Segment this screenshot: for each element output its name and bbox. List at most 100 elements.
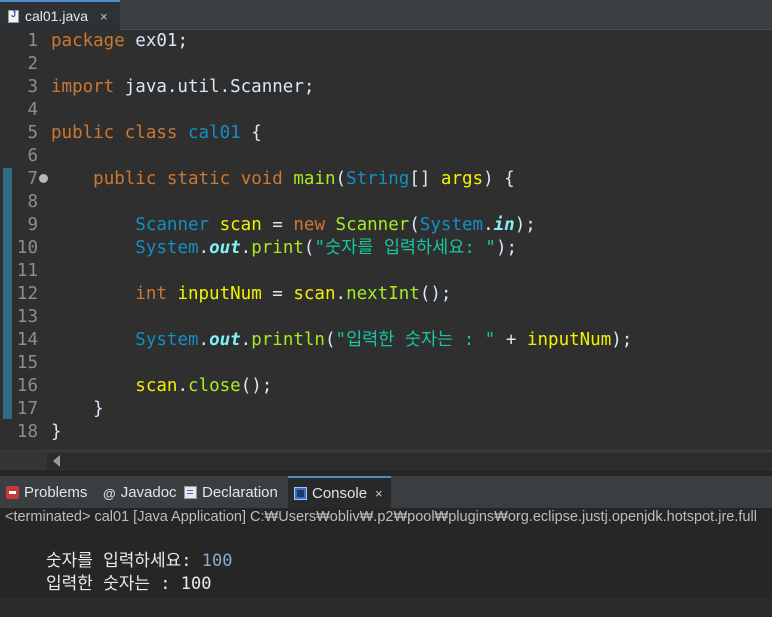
line-number: 1 — [27, 31, 38, 51]
code-token: package — [51, 31, 125, 51]
code-token: Scanner — [135, 215, 210, 235]
code-token: ); — [611, 330, 633, 350]
code-token: import — [51, 77, 115, 97]
line-number: 3 — [27, 77, 38, 97]
code-token: print — [251, 238, 304, 258]
code-editor[interactable]: 1 package ex01; 2 3 import java.util.Scanner… — [0, 30, 772, 450]
code-text: public class cal01 { — [51, 122, 262, 145]
fold-collapse-icon[interactable] — [39, 174, 48, 183]
code-token: "입력한 숫자는 : " — [335, 330, 496, 350]
horizontal-scrollbar[interactable] — [0, 450, 772, 470]
code-token: . — [483, 215, 494, 235]
tab-label: Declaration — [202, 483, 278, 501]
line-number: 9 — [27, 215, 38, 235]
code-token: ) { — [483, 169, 515, 189]
code-text: } — [51, 398, 104, 421]
code-token: . — [240, 330, 252, 350]
scroll-left-arrow-icon[interactable] — [53, 455, 60, 467]
line-number: 18 — [16, 422, 38, 442]
code-token: (); — [240, 376, 273, 396]
code-token: cal01 — [188, 123, 241, 143]
bottom-panel: Problems @ Javadoc Declaration Console ×… — [0, 470, 772, 598]
console-output-line: 입력한 숫자는 : 100 — [5, 551, 211, 594]
panel-tab-bar: Problems @ Javadoc Declaration Console × — [0, 476, 772, 508]
javadoc-icon: @ — [103, 485, 116, 501]
code-token: out — [209, 330, 241, 350]
code-token: void — [240, 169, 283, 189]
code-token: args — [440, 169, 484, 189]
code-token: static — [166, 169, 231, 189]
line-number: 10 — [16, 238, 38, 258]
code-token: int — [135, 284, 167, 304]
code-token: scan — [135, 376, 178, 396]
code-text: int inputNum = scan.nextInt(); — [51, 283, 451, 306]
line-number: 11 — [16, 261, 38, 281]
code-token: close — [188, 376, 241, 396]
code-token: . — [240, 238, 252, 258]
code-token: new — [293, 215, 325, 235]
tab-console[interactable]: Console × — [288, 476, 391, 508]
code-token: inputNum — [526, 330, 612, 350]
code-token: println — [251, 330, 325, 350]
code-token: [] — [409, 169, 441, 189]
line-number: 2 — [27, 54, 38, 74]
tab-javadoc[interactable]: @ Javadoc — [103, 476, 177, 508]
console-icon — [294, 486, 307, 500]
code-text: } — [51, 421, 62, 444]
code-text: System.out.println("입력한 숫자는 : " + inputN… — [51, 329, 632, 352]
console-status-line: <terminated> cal01 [Java Application] C:… — [5, 509, 757, 525]
close-icon[interactable]: × — [100, 9, 108, 24]
code-text: Scanner scan = new Scanner(System.in); — [51, 214, 535, 237]
code-token: scan — [219, 215, 262, 235]
code-token: } — [51, 399, 104, 419]
code-token: System — [135, 330, 199, 350]
code-token: + — [495, 330, 527, 350]
code-token: . — [198, 330, 210, 350]
code-token: . — [198, 238, 210, 258]
line-number: 6 — [27, 146, 38, 166]
code-token: main — [293, 169, 336, 189]
code-token: System — [419, 215, 484, 235]
code-token: public — [51, 123, 115, 143]
code-token: System — [135, 238, 199, 258]
line-number: 8 — [27, 192, 38, 212]
tab-label: Problems — [24, 483, 88, 501]
code-token: inputNum — [177, 284, 262, 304]
code-token: in — [493, 215, 515, 235]
code-token: ex01; — [124, 31, 188, 51]
tab-label: Console — [312, 484, 368, 502]
line-number: 7 — [27, 169, 38, 189]
code-token: ); — [495, 238, 518, 258]
code-token: . — [335, 284, 347, 304]
code-text: package ex01; — [51, 30, 188, 53]
code-text: public static void main(String[] args) { — [51, 168, 515, 191]
scrollbar-track[interactable] — [47, 453, 772, 469]
tab-declaration[interactable]: Declaration — [184, 476, 278, 508]
code-token: ( — [324, 330, 336, 350]
line-number: 17 — [16, 399, 38, 419]
tab-problems[interactable]: Problems — [6, 476, 87, 508]
code-token: ( — [303, 238, 315, 258]
code-token: = — [261, 215, 294, 235]
code-token: out — [209, 238, 241, 258]
code-token: ( — [409, 215, 420, 235]
close-icon[interactable]: × — [375, 486, 383, 501]
tab-label: Javadoc — [120, 483, 177, 501]
line-number: 5 — [27, 123, 38, 143]
line-number: 16 — [16, 376, 38, 396]
editor-tab-cal01-java[interactable]: cal01.java × — [0, 0, 120, 30]
code-text: scan.close(); — [51, 375, 272, 398]
code-token: ( — [335, 169, 347, 189]
line-number: 15 — [16, 353, 38, 373]
declaration-icon — [184, 485, 197, 499]
